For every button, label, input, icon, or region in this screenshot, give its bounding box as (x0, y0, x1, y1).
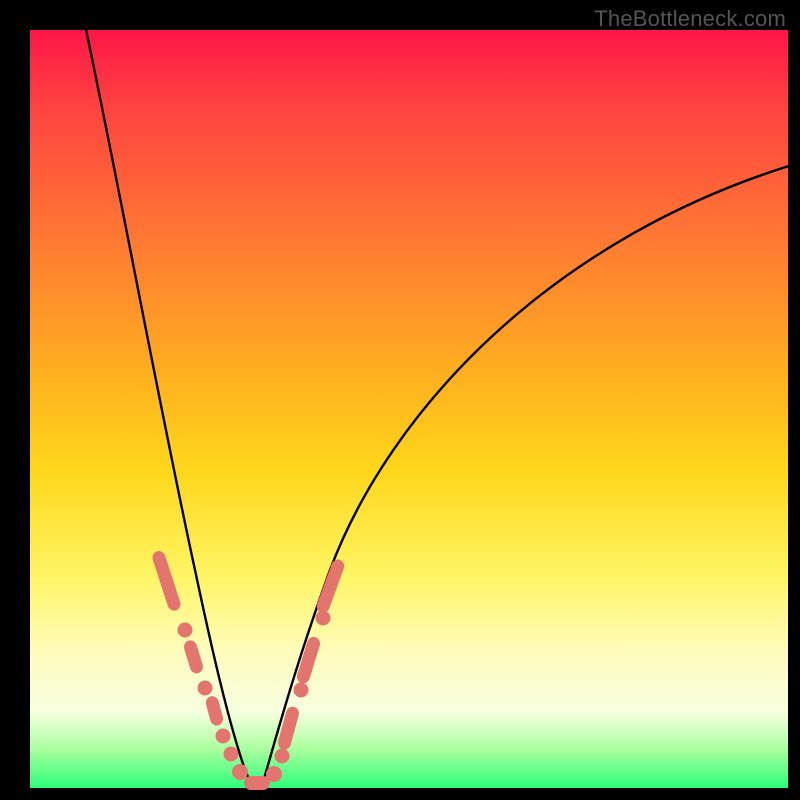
marker-left-dot-4 (224, 747, 239, 762)
marker-right-seg-1 (277, 705, 301, 751)
marker-left-dot-2 (198, 681, 213, 696)
marker-left-dot-3 (216, 729, 231, 744)
chart-frame: TheBottleneck.com (0, 0, 800, 800)
curve-layer (30, 30, 788, 788)
marker-right-dot-2 (294, 683, 309, 698)
marker-left-seg-2 (182, 639, 204, 675)
marker-bottom-dot-2 (266, 766, 282, 782)
curve-left-branch (85, 25, 252, 786)
marker-left-seg-3 (204, 695, 224, 727)
marker-bottom-seg (244, 776, 270, 790)
marker-left-seg-1 (151, 549, 183, 612)
curve-right-branch (262, 165, 792, 786)
marker-left-dot-1 (178, 623, 193, 638)
plot-area (30, 30, 788, 788)
watermark-text: TheBottleneck.com (594, 6, 786, 32)
marker-bottom-dot-1 (232, 764, 248, 780)
marker-right-dot-1 (275, 749, 290, 764)
